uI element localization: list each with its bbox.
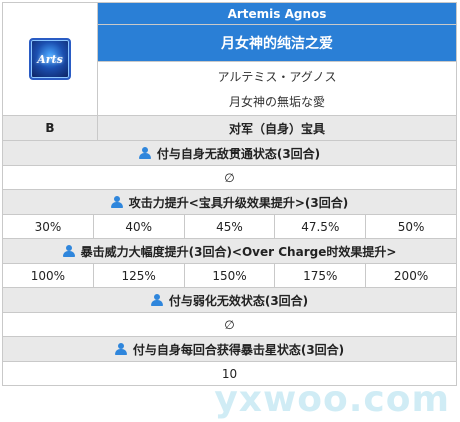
effect-value: 50% bbox=[366, 215, 457, 238]
effect-values: ∅ bbox=[3, 166, 457, 190]
effect-values: 100% 125% 150% 175% 200% bbox=[3, 264, 457, 288]
effect-value: 100% bbox=[3, 264, 94, 287]
person-icon bbox=[138, 147, 151, 159]
japanese-name-cell: アルテミス・アグノス 月女神の無垢な愛 bbox=[98, 62, 457, 115]
effect-label: 暴击威力大幅度提升(3回合)<Over Charge时效果提升> bbox=[80, 244, 397, 259]
effect-label: 付与自身每回合获得暴击星状态(3回合) bbox=[132, 342, 345, 357]
card-icon-cell: Arts bbox=[3, 3, 98, 115]
effect-value: 47.5% bbox=[275, 215, 367, 238]
effect-label: 付与自身无敌贯通状态(3回合) bbox=[156, 146, 321, 161]
effect-value: 125% bbox=[94, 264, 185, 287]
effect-values: ∅ bbox=[3, 313, 457, 337]
card-icon-label: Arts bbox=[37, 52, 63, 66]
effect-values: 30% 40% 45% 47.5% 50% bbox=[3, 215, 457, 239]
effect-header: 付与弱化无效状态(3回合) bbox=[3, 288, 457, 313]
noble-phantasm-table: Arts Artemis Agnos 月女神的纯洁之爱 アルテミス・アグノス 月… bbox=[2, 2, 457, 386]
arts-card-icon: Arts bbox=[29, 38, 71, 80]
effect-value: 10 bbox=[3, 362, 457, 385]
header-block: Arts Artemis Agnos 月女神的纯洁之爱 アルテミス・アグノス 月… bbox=[3, 3, 457, 116]
person-icon bbox=[150, 294, 163, 306]
effect-value: ∅ bbox=[3, 313, 457, 336]
person-icon bbox=[62, 245, 75, 257]
person-icon bbox=[110, 196, 123, 208]
effect-value: 175% bbox=[275, 264, 367, 287]
effect-label: 攻击力提升<宝具升级效果提升>(3回合) bbox=[128, 195, 349, 210]
effect-value: 30% bbox=[3, 215, 94, 238]
effect-value: 150% bbox=[185, 264, 276, 287]
rank: B bbox=[3, 116, 98, 140]
effect-header: 付与自身无敌贯通状态(3回合) bbox=[3, 141, 457, 166]
np-type: 对军（自身）宝具 bbox=[98, 116, 457, 140]
effect-value: 40% bbox=[94, 215, 185, 238]
effect-value: 45% bbox=[185, 215, 276, 238]
effect-header: 付与自身每回合获得暴击星状态(3回合) bbox=[3, 337, 457, 362]
name-column: Artemis Agnos 月女神的纯洁之爱 アルテミス・アグノス 月女神の無垢… bbox=[98, 3, 457, 115]
effect-header: 暴击威力大幅度提升(3回合)<Over Charge时效果提升> bbox=[3, 239, 457, 264]
effect-header: 攻击力提升<宝具升级效果提升>(3回合) bbox=[3, 190, 457, 215]
effect-value: ∅ bbox=[3, 166, 457, 189]
rank-type-row: B 对军（自身）宝具 bbox=[3, 116, 457, 141]
person-icon bbox=[114, 343, 127, 355]
effect-value: 200% bbox=[366, 264, 457, 287]
effect-values: 10 bbox=[3, 362, 457, 386]
chinese-name: 月女神的纯洁之爱 bbox=[98, 25, 457, 62]
english-name: Artemis Agnos bbox=[98, 3, 457, 25]
japanese-kanji-name: 月女神の無垢な愛 bbox=[228, 94, 325, 109]
effect-label: 付与弱化无效状态(3回合) bbox=[168, 293, 309, 308]
japanese-name: アルテミス・アグノス bbox=[217, 69, 337, 84]
